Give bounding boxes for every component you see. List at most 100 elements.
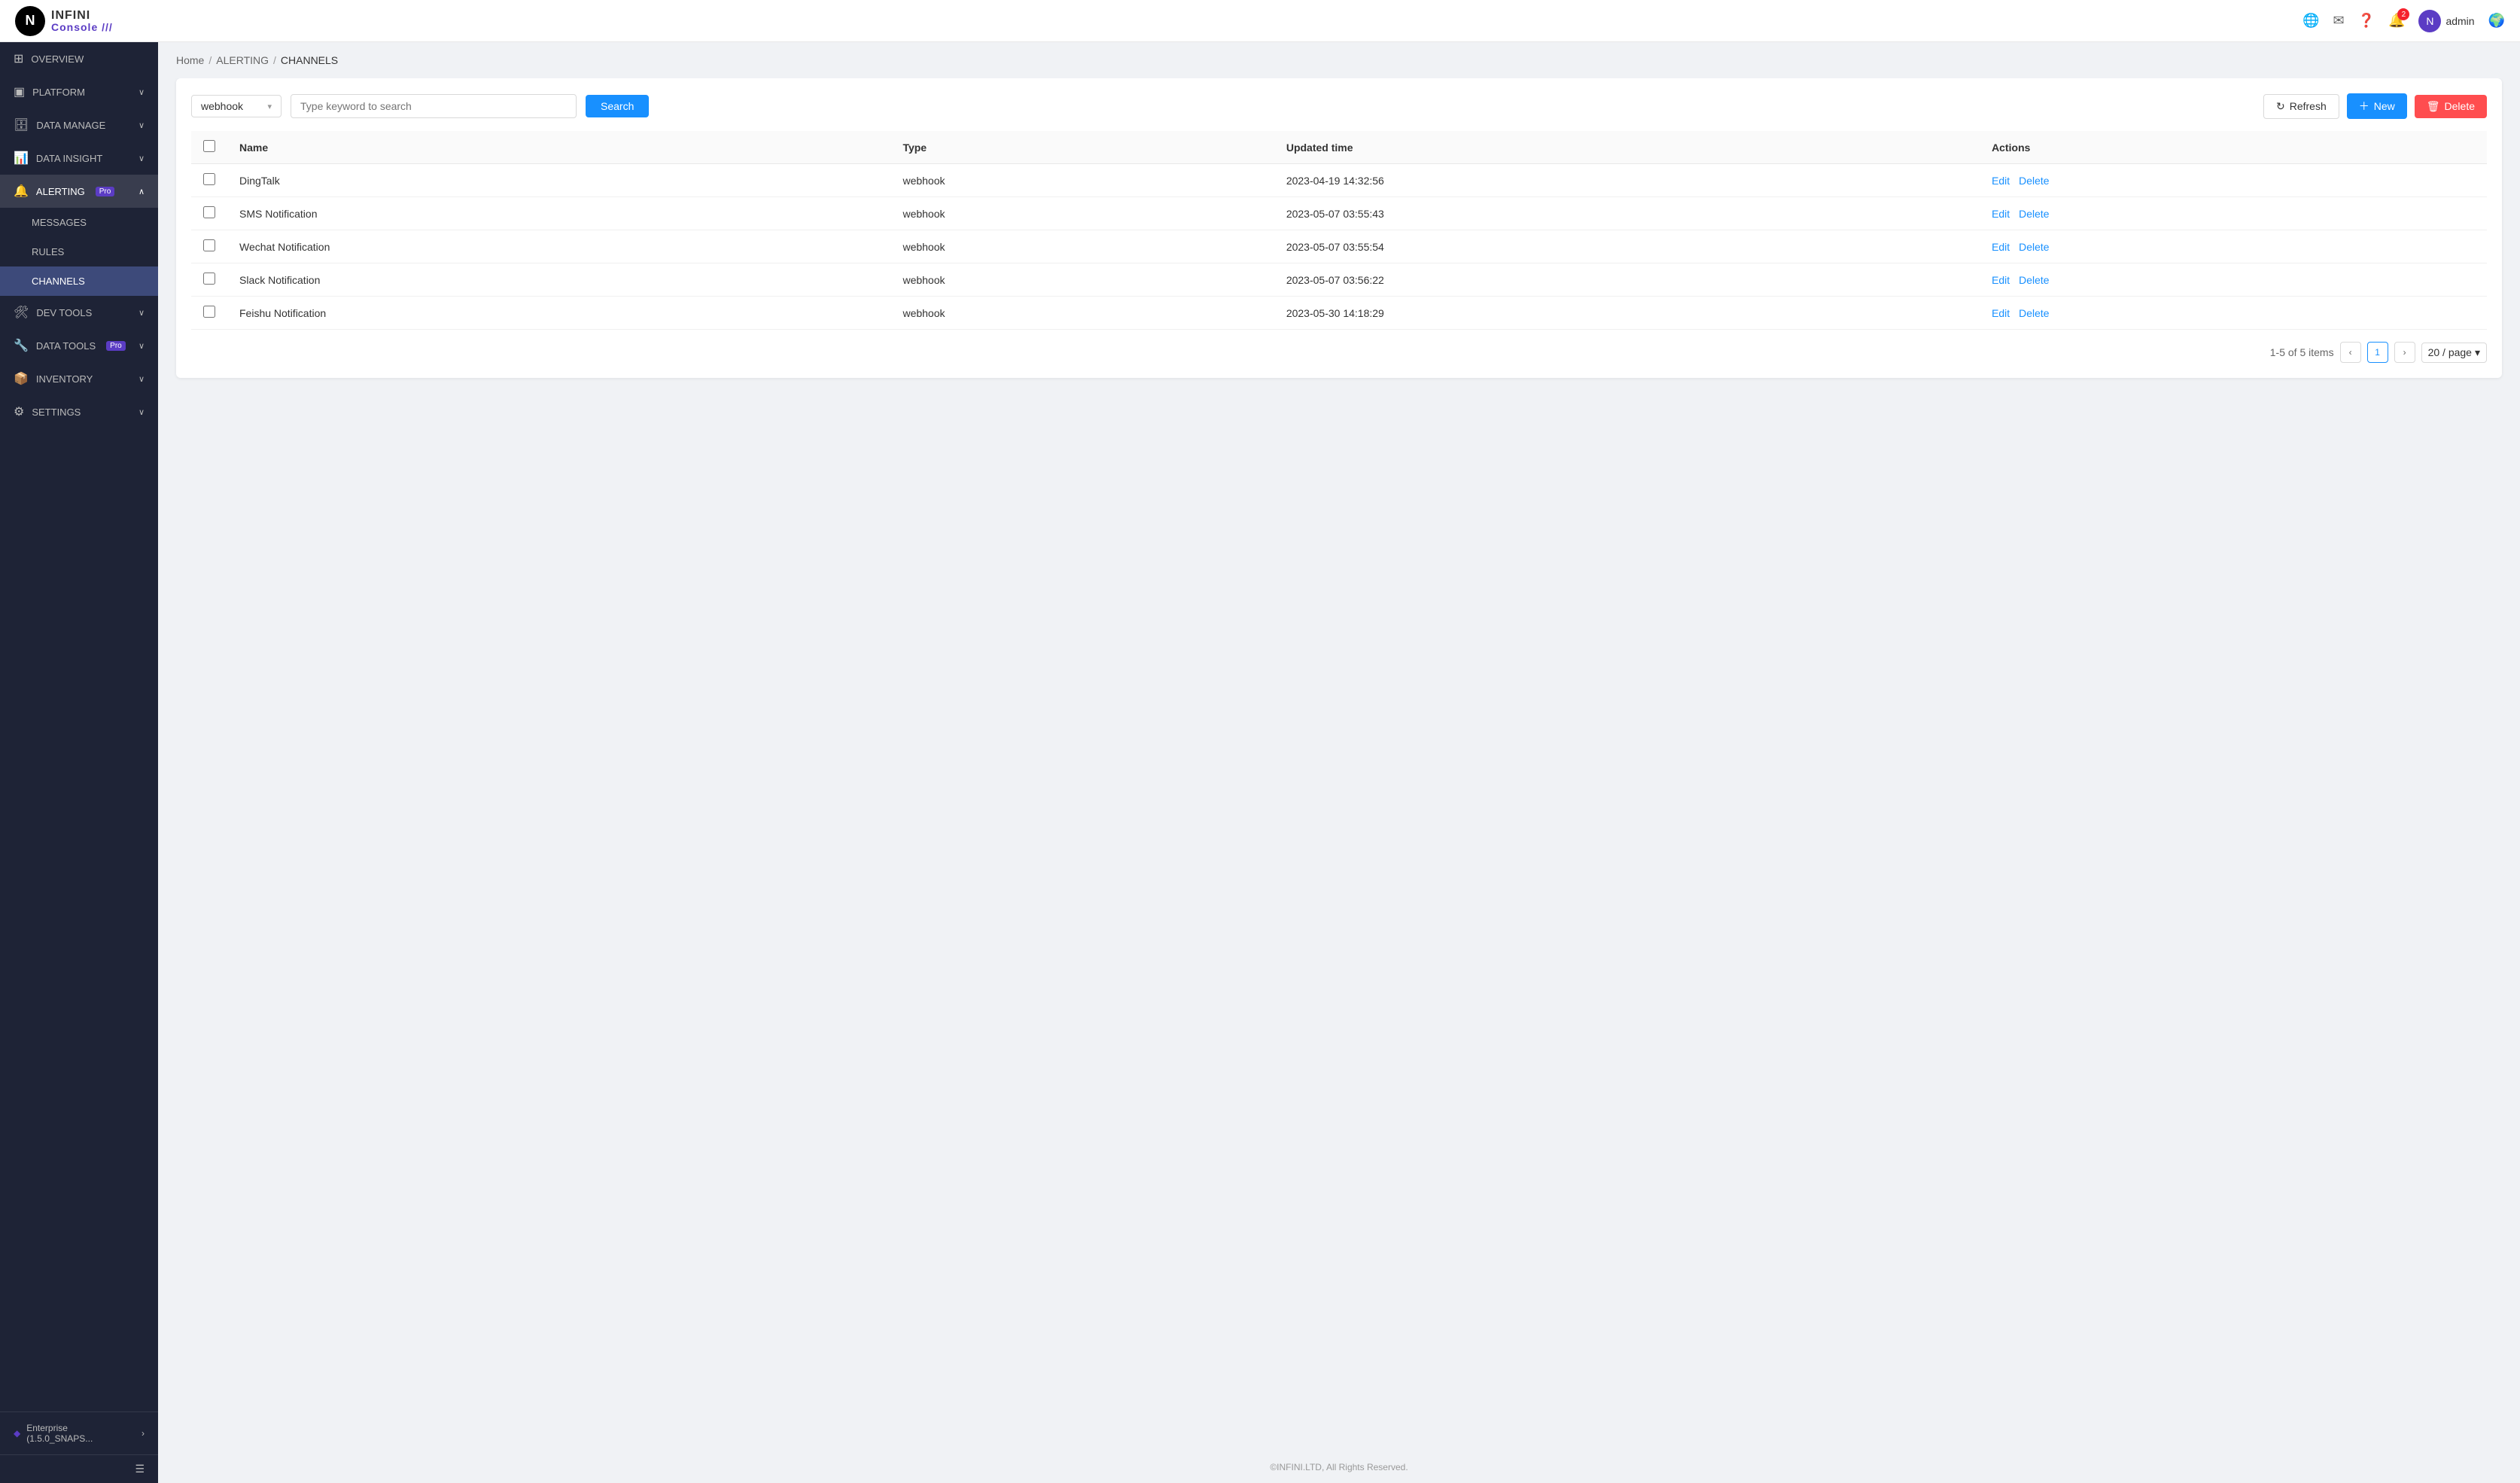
- sidebar-item-channels[interactable]: CHANNELS: [0, 266, 158, 296]
- breadcrumb-alerting[interactable]: ALERTING: [216, 54, 269, 66]
- edit-link[interactable]: Edit: [1992, 307, 2010, 319]
- row-updated: 2023-05-07 03:55:43: [1274, 197, 1980, 230]
- settings-chevron: ∨: [138, 407, 145, 417]
- sidebar-footer-chevron: ›: [142, 1428, 145, 1439]
- row-checkbox-3[interactable]: [203, 273, 215, 285]
- table-row: Slack Notification webhook 2023-05-07 03…: [191, 263, 2487, 297]
- pagination-next[interactable]: ›: [2394, 342, 2415, 363]
- sidebar-item-label-messages: MESSAGES: [32, 217, 87, 228]
- sidebar-item-messages[interactable]: MESSAGES: [0, 208, 158, 237]
- logo-text: INFINI Console ///: [51, 10, 113, 32]
- main-content: Home / ALERTING / CHANNELS webhook ▾ Sea…: [158, 42, 2520, 1483]
- chevron-down-icon: ▾: [267, 102, 272, 111]
- breadcrumb-sep2: /: [273, 54, 276, 66]
- row-type: webhook: [890, 230, 1274, 263]
- logo-icon: N: [15, 6, 45, 36]
- mail-icon[interactable]: ✉: [2333, 13, 2345, 29]
- row-checkbox-0[interactable]: [203, 173, 215, 185]
- sidebar-item-data-tools[interactable]: 🔧 DATA TOOLS Pro ∨: [0, 329, 158, 362]
- user-menu[interactable]: N admin: [2418, 10, 2474, 32]
- sidebar-footer-label: Enterprise (1.5.0_SNAPS...: [26, 1423, 135, 1444]
- row-checkbox-4[interactable]: [203, 306, 215, 318]
- help-icon[interactable]: ❓: [2358, 13, 2375, 29]
- sidebar-item-rules[interactable]: RULES: [0, 237, 158, 266]
- sidebar-item-settings[interactable]: ⚙ SETTINGS ∨: [0, 395, 158, 428]
- sidebar-item-overview[interactable]: ⊞ OVERVIEW: [0, 42, 158, 75]
- toolbar-right: ↻ Refresh ＋ New 🗑 Delete: [2263, 93, 2487, 119]
- refresh-button[interactable]: ↻ Refresh: [2263, 94, 2339, 119]
- edit-link[interactable]: Edit: [1992, 241, 2010, 253]
- settings-header-icon[interactable]: 🌍: [2488, 13, 2505, 29]
- row-checkbox-2[interactable]: [203, 239, 215, 251]
- inventory-chevron: ∨: [138, 374, 145, 384]
- row-name: Wechat Notification: [227, 230, 890, 263]
- dev-tools-icon: 🛠: [14, 305, 29, 320]
- table-row: Feishu Notification webhook 2023-05-30 1…: [191, 297, 2487, 330]
- th-name: Name: [227, 131, 890, 164]
- breadcrumb-home[interactable]: Home: [176, 54, 204, 66]
- channels-table: Name Type Updated time Actions DingTalk …: [191, 131, 2487, 330]
- search-input[interactable]: [291, 94, 577, 118]
- breadcrumb-sep1: /: [208, 54, 212, 66]
- data-insight-icon: 📊: [14, 151, 29, 166]
- row-type: webhook: [890, 197, 1274, 230]
- row-type: webhook: [890, 164, 1274, 197]
- row-checkbox-cell: [191, 197, 227, 230]
- select-all-checkbox[interactable]: [203, 140, 215, 152]
- th-type: Type: [890, 131, 1274, 164]
- sidebar-item-label-data-tools: DATA TOOLS: [36, 340, 96, 352]
- delete-link[interactable]: Delete: [2019, 175, 2049, 187]
- sidebar-item-inventory[interactable]: 📦 INVENTORY ∨: [0, 362, 158, 395]
- overview-icon: ⊞: [14, 51, 23, 66]
- edit-link[interactable]: Edit: [1992, 208, 2010, 220]
- row-actions: Edit Delete: [1980, 197, 2487, 230]
- pagination: 1-5 of 5 items ‹ 1 › 20 / page ▾: [191, 342, 2487, 363]
- sidebar-item-label-data-manage: DATA MANAGE: [36, 120, 105, 131]
- content-area: webhook ▾ Search ↻ Refresh ＋ New: [158, 78, 2520, 1451]
- row-checkbox-cell: [191, 297, 227, 330]
- new-button[interactable]: ＋ New: [2347, 93, 2407, 119]
- row-name: DingTalk: [227, 164, 890, 197]
- type-select[interactable]: webhook ▾: [191, 95, 282, 117]
- sidebar-item-data-insight[interactable]: 📊 DATA INSIGHT ∨: [0, 142, 158, 175]
- sidebar-item-label-alerting: ALERTING: [36, 186, 85, 197]
- th-updated: Updated time: [1274, 131, 1980, 164]
- pagination-summary: 1-5 of 5 items: [2270, 346, 2334, 358]
- row-updated: 2023-04-19 14:32:56: [1274, 164, 1980, 197]
- alerting-icon: 🔔: [14, 184, 29, 199]
- breadcrumb: Home / ALERTING / CHANNELS: [158, 42, 2520, 78]
- sidebar-item-platform[interactable]: ▣ PLATFORM ∨: [0, 75, 158, 108]
- globe-icon[interactable]: 🌐: [2302, 13, 2319, 29]
- alerting-pro-badge: Pro: [96, 187, 115, 196]
- sidebar-item-alerting[interactable]: 🔔 ALERTING Pro ∧: [0, 175, 158, 208]
- notification-icon[interactable]: 🔔 2: [2388, 13, 2405, 29]
- delete-link[interactable]: Delete: [2019, 307, 2049, 319]
- delete-link[interactable]: Delete: [2019, 274, 2049, 286]
- notification-badge: 2: [2397, 8, 2409, 20]
- page-size-select[interactable]: 20 / page ▾: [2421, 343, 2487, 363]
- sidebar-item-dev-tools[interactable]: 🛠 DEV TOOLS ∨: [0, 296, 158, 329]
- row-actions: Edit Delete: [1980, 164, 2487, 197]
- alerting-chevron: ∧: [138, 187, 145, 196]
- data-tools-icon: 🔧: [14, 338, 29, 353]
- sidebar-item-data-manage[interactable]: 🗄 DATA MANAGE ∨: [0, 108, 158, 142]
- row-checkbox-cell: [191, 230, 227, 263]
- search-button[interactable]: Search: [586, 95, 649, 117]
- page-size-label: 20 / page: [2428, 346, 2472, 358]
- page-footer: ©INFINI.LTD, All Rights Reserved.: [158, 1451, 2520, 1483]
- row-checkbox-cell: [191, 164, 227, 197]
- user-avatar: N: [2418, 10, 2441, 32]
- delete-button[interactable]: 🗑 Delete: [2415, 95, 2487, 118]
- delete-link[interactable]: Delete: [2019, 208, 2049, 220]
- pagination-page-1[interactable]: 1: [2367, 342, 2388, 363]
- edit-link[interactable]: Edit: [1992, 274, 2010, 286]
- sidebar-collapse-button[interactable]: ☰: [0, 1454, 158, 1483]
- delete-link[interactable]: Delete: [2019, 241, 2049, 253]
- row-checkbox-1[interactable]: [203, 206, 215, 218]
- edit-link[interactable]: Edit: [1992, 175, 2010, 187]
- pagination-prev[interactable]: ‹: [2340, 342, 2361, 363]
- sidebar-footer[interactable]: ◆ Enterprise (1.5.0_SNAPS... ›: [0, 1411, 158, 1454]
- data-insight-chevron: ∨: [138, 154, 145, 163]
- platform-icon: ▣: [14, 84, 25, 99]
- data-manage-icon: 🗄: [14, 117, 29, 132]
